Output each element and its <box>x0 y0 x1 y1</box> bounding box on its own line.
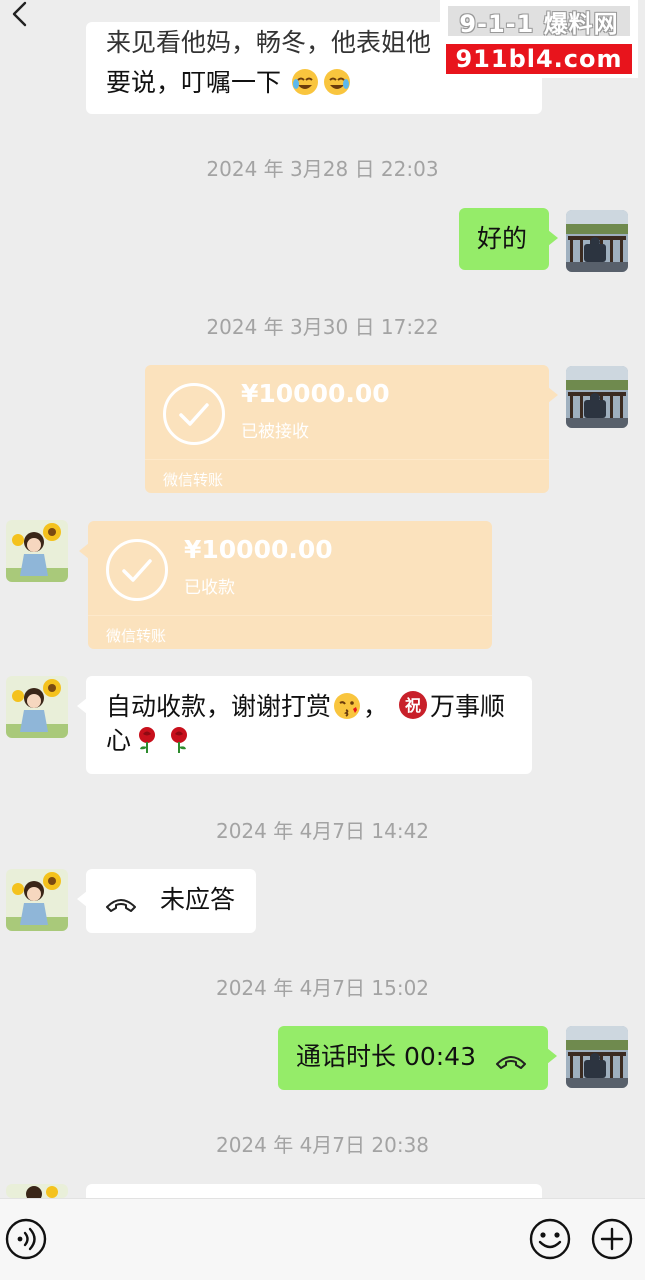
watermark-brand: 9-1-1 爆料网 <box>446 4 632 38</box>
voice-icon <box>5 1218 47 1260</box>
kissing-face-emoji-icon <box>333 692 361 720</box>
transfer-card-received[interactable]: ¥10000.00 已收款 微信转账 <box>79 521 492 649</box>
laughing-crying-emoji-icon <box>323 68 351 96</box>
message-bubble-received[interactable] <box>86 1184 542 1198</box>
my-avatar[interactable] <box>566 1026 628 1088</box>
emoji-icon <box>529 1218 571 1260</box>
timestamp: 2024 年 3月30 日 17:22 <box>206 315 439 339</box>
emoji-button[interactable] <box>528 1217 572 1261</box>
phone-hangup-icon <box>494 1047 528 1069</box>
input-toolbar <box>0 1198 645 1280</box>
check-circle-icon <box>106 539 168 601</box>
plus-icon <box>591 1218 633 1260</box>
message-text-line: 心 <box>106 724 512 758</box>
voice-button[interactable] <box>4 1217 48 1261</box>
rose-emoji-icon <box>165 726 193 754</box>
contact-avatar[interactable] <box>6 676 68 738</box>
message-text: 自动收款，谢谢打赏 <box>106 692 332 721</box>
contact-avatar[interactable] <box>6 1184 68 1198</box>
watermark-url: 911bl4.com <box>446 44 632 74</box>
transfer-status: 已被接收 <box>241 422 309 442</box>
rose-emoji-icon <box>133 726 161 754</box>
call-bubble-missed[interactable]: 未应答 <box>77 869 256 933</box>
transfer-label: 微信转账 <box>106 627 167 645</box>
watermark-logo: 9-1-1 爆料网 911bl4.com <box>440 0 638 78</box>
transfer-amount: ¥10000.00 <box>241 379 390 408</box>
chevron-left-icon <box>12 1 27 27</box>
timestamp: 2024 年 4月7日 15:02 <box>215 976 430 1000</box>
my-avatar[interactable] <box>566 210 628 272</box>
transfer-card-sent[interactable]: ¥10000.00 已被接收 微信转账 <box>145 365 558 493</box>
message-text: 心 <box>106 726 132 755</box>
message-bubble-sent[interactable]: 好的 <box>459 208 558 270</box>
divider <box>88 615 492 616</box>
message-text: 好的 <box>477 224 528 253</box>
call-bubble-sent[interactable]: 通话时长 00:43 <box>278 1026 557 1090</box>
transfer-amount: ¥10000.00 <box>184 535 333 564</box>
divider <box>145 459 549 460</box>
phone-hangup-icon <box>104 890 138 912</box>
message-bubble-received[interactable]: 自动收款，谢谢打赏 ， 祝 万事顺 心 <box>77 676 532 774</box>
svg-text:祝: 祝 <box>405 696 421 715</box>
timestamp: 2024 年 4月7日 14:42 <box>215 819 430 843</box>
call-status-text: 未应答 <box>159 885 235 914</box>
message-text: 要说，叮嘱一下 <box>106 68 282 97</box>
plus-button[interactable] <box>590 1217 634 1261</box>
call-duration-text: 通话时长 00:43 <box>296 1042 476 1071</box>
transfer-status: 已收款 <box>184 578 235 598</box>
message-text-line: 自动收款，谢谢打赏 ， 祝 万事顺 <box>106 690 512 724</box>
contact-avatar[interactable] <box>6 869 68 931</box>
contact-avatar[interactable] <box>6 520 68 582</box>
transfer-label: 微信转账 <box>163 471 224 489</box>
check-circle-icon <box>163 383 225 445</box>
laughing-crying-emoji-icon <box>291 68 319 96</box>
timestamp: 2024 年 3月28 日 22:03 <box>206 157 439 181</box>
timestamp: 2024 年 4月7日 20:38 <box>215 1133 430 1157</box>
back-button[interactable] <box>6 0 42 36</box>
message-text: 万事顺 <box>429 692 505 721</box>
message-text: ， <box>363 692 389 721</box>
blessing-emoji-icon: 祝 <box>398 690 428 720</box>
my-avatar[interactable] <box>566 366 628 428</box>
